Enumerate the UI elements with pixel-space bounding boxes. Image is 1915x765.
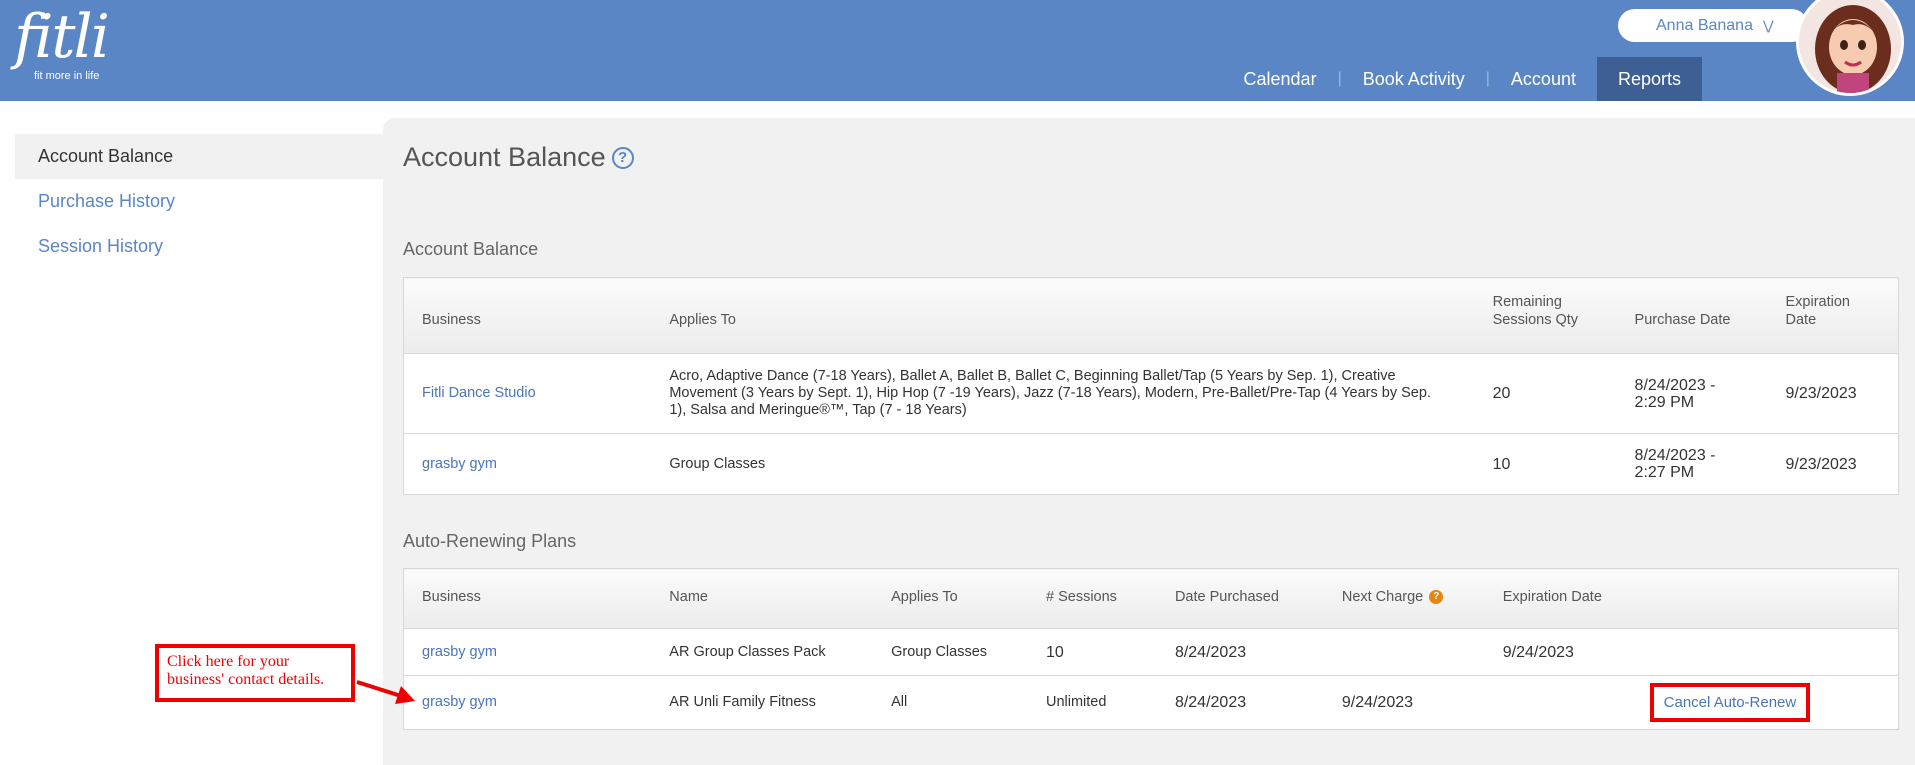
cancel-auto-renew-label: Cancel Auto-Renew: [1663, 694, 1797, 711]
sidebar-item-account-balance[interactable]: Account Balance: [15, 134, 383, 179]
applies-to-cell: Acro, Adaptive Dance (7-18 Years), Balle…: [651, 353, 1475, 434]
expiration-cell: 9/23/2023: [1767, 353, 1899, 434]
col-header-date-purchased: Date Purchased: [1156, 568, 1324, 629]
sessions-cell: 10: [1028, 628, 1157, 676]
plan-name-cell: AR Unli Family Fitness: [651, 675, 874, 730]
business-link[interactable]: Fitli Dance Studio: [403, 353, 652, 434]
col-header-applies-to: Applies To: [873, 568, 1028, 629]
col-header-expiration: Expiration Date: [1767, 277, 1899, 354]
annotation-callout: Click here for your business' contact de…: [155, 644, 355, 702]
expiration-date-cell: [1484, 675, 1650, 730]
table-header-row: Business Name Applies To # Sessions Date…: [403, 568, 1899, 629]
col-header-name: Name: [651, 568, 874, 629]
col-header-expiration-date: Expiration Date: [1484, 568, 1650, 629]
account-balance-section-title: Account Balance: [403, 239, 539, 259]
main-nav: Calendar | Book Activity | Account Repor…: [1223, 57, 1702, 101]
business-link[interactable]: grasby gym: [403, 433, 652, 495]
chevron-down-icon: ⋁: [1762, 17, 1774, 33]
logo-tagline: fit more in life: [34, 70, 100, 82]
action-cell: [1649, 628, 1899, 676]
fitli-logo[interactable]: fitli fit more in life: [14, 2, 110, 82]
nav-book-activity[interactable]: Book Activity: [1342, 57, 1486, 101]
avatar[interactable]: [1796, 0, 1904, 96]
purchase-date-cell: 8/24/2023 - 2:29 PM: [1616, 353, 1768, 434]
business-link[interactable]: grasby gym: [403, 628, 652, 676]
remaining-cell: 20: [1474, 353, 1617, 434]
col-header-purchase-date: Purchase Date: [1616, 277, 1768, 354]
next-charge-cell: 9/24/2023: [1323, 675, 1485, 730]
col-header-remaining: Remaining Sessions Qty: [1474, 277, 1617, 354]
nav-account[interactable]: Account: [1490, 57, 1597, 101]
auto-renewing-plans-table: Business Name Applies To # Sessions Date…: [403, 568, 1899, 730]
action-cell: Cancel Auto-Renew: [1649, 675, 1899, 730]
page-title-text: Account Balance: [403, 142, 606, 172]
col-header-applies-to: Applies To: [651, 277, 1475, 354]
col-header-next-charge: Next Charge ?: [1323, 568, 1485, 629]
nav-calendar[interactable]: Calendar: [1223, 57, 1338, 101]
help-icon[interactable]: ?: [1429, 590, 1444, 604]
date-purchased-cell: 8/24/2023: [1156, 628, 1324, 676]
next-charge-cell: [1323, 628, 1485, 676]
account-balance-table: Business Applies To Remaining Sessions Q…: [403, 277, 1899, 495]
nav-reports[interactable]: Reports: [1596, 57, 1702, 101]
auto-renewing-section-title: Auto-Renewing Plans: [403, 531, 577, 551]
col-header-actions: [1649, 568, 1899, 629]
sidebar: Account Balance Purchase History Session…: [15, 134, 383, 269]
table-row: grasby gym Group Classes 10 8/24/2023 - …: [403, 433, 1899, 495]
user-menu-dropdown[interactable]: Anna Banana ⋁: [1618, 9, 1808, 42]
plan-name-cell: AR Group Classes Pack: [651, 628, 874, 676]
logo-wordmark: fitli: [14, 2, 110, 72]
col-header-business: Business: [403, 277, 652, 354]
table-row: grasby gym AR Group Classes Pack Group C…: [403, 628, 1899, 676]
col-header-sessions: # Sessions: [1028, 568, 1157, 629]
next-charge-label: Next Charge: [1341, 589, 1424, 605]
applies-to-cell: Group Classes: [651, 433, 1475, 495]
callout-text: Click here for your business' contact de…: [167, 653, 325, 688]
top-navigation-bar: fitli fit more in life Calendar | Book A…: [0, 0, 1915, 101]
annotation-arrow: [356, 680, 415, 704]
sessions-cell: Unlimited: [1028, 675, 1157, 730]
table-row: Fitli Dance Studio Acro, Adaptive Dance …: [403, 353, 1899, 434]
sidebar-item-purchase-history[interactable]: Purchase History: [15, 179, 383, 224]
applies-to-cell: All: [873, 675, 1028, 730]
help-icon[interactable]: ?: [611, 146, 634, 169]
user-name: Anna Banana: [1656, 16, 1753, 34]
main-content: Account Balance ? Account Balance Busine…: [383, 118, 1915, 765]
table-header-row: Business Applies To Remaining Sessions Q…: [403, 277, 1899, 354]
purchase-date-cell: 8/24/2023 - 2:27 PM: [1616, 433, 1768, 495]
page-title: Account Balance ?: [403, 142, 634, 173]
cancel-auto-renew-button[interactable]: Cancel Auto-Renew: [1649, 683, 1811, 722]
expiration-date-cell: 9/24/2023: [1484, 628, 1650, 676]
remaining-cell: 10: [1474, 433, 1617, 495]
applies-to-cell: Group Classes: [873, 628, 1028, 676]
table-row: grasby gym AR Unli Family Fitness All Un…: [403, 675, 1899, 730]
expiration-cell: 9/23/2023: [1767, 433, 1899, 495]
date-purchased-cell: 8/24/2023: [1156, 675, 1324, 730]
col-header-business: Business: [403, 568, 652, 629]
business-link[interactable]: grasby gym: [403, 675, 652, 730]
sidebar-item-session-history[interactable]: Session History: [15, 224, 383, 269]
